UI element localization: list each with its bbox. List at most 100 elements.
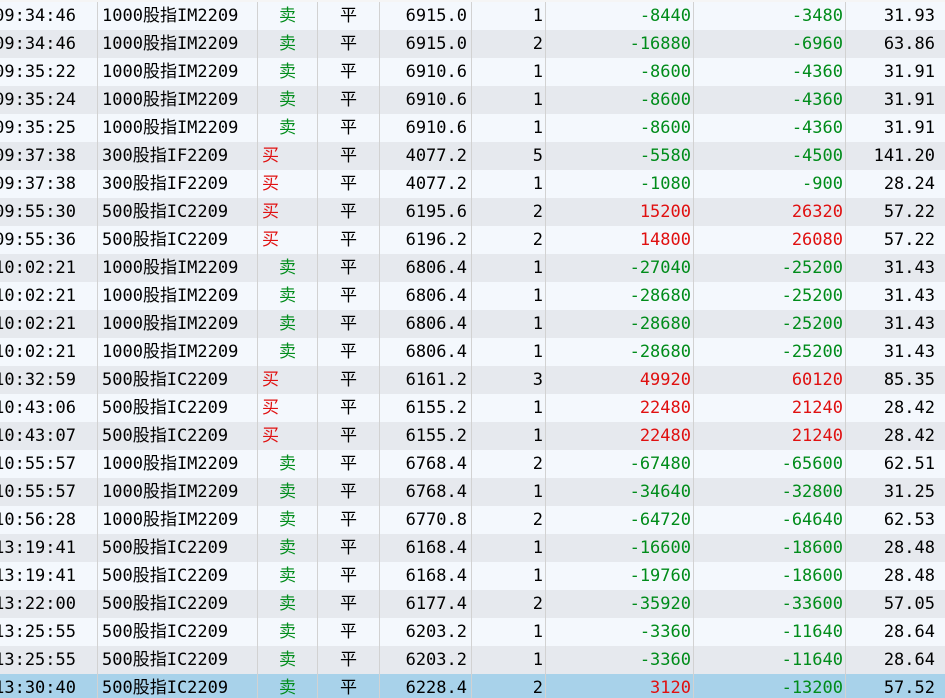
direction-cell: 卖: [258, 450, 318, 478]
trade-time-cell: 09:34:46: [0, 30, 98, 58]
quantity-cell: 2: [472, 590, 546, 618]
contract-name-cell: 1000股指IM2209: [98, 506, 258, 534]
table-row[interactable]: 13:19:41 500股指IC2209 卖平 6168.4 1 -19760 -18600…: [0, 562, 945, 590]
table-row[interactable]: 09:37:38 300股指IF2209 买平 4077.2 1 -1080 -900 28.…: [0, 170, 945, 198]
price-cell: 6161.2: [380, 366, 472, 394]
table-row[interactable]: 10:56:28 1000股指IM2209 卖平 6770.8 2 -64720 -6464…: [0, 506, 945, 534]
table-row[interactable]: 09:34:46 1000股指IM2209 卖平 6915.0 2 -16880 -6960…: [0, 30, 945, 58]
close-pnl-by-trade-cell: -4360: [694, 114, 846, 142]
price-cell: 4077.2: [380, 170, 472, 198]
table-row[interactable]: 10:32:59 500股指IC2209 买平 6161.2 3 49920 60120 85…: [0, 366, 945, 394]
trade-time-cell: 13:30:40: [0, 674, 98, 698]
open-close-cell: 平: [318, 590, 380, 618]
contract-name-cell: 500股指IC2209: [98, 562, 258, 590]
trade-time-cell: 13:19:41: [0, 562, 98, 590]
close-pnl-by-trade-cell: 21240: [694, 422, 846, 450]
trade-time-cell: 09:55:30: [0, 198, 98, 226]
price-cell: 6228.4: [380, 674, 472, 698]
direction-cell: 卖: [258, 86, 318, 114]
price-cell: 6203.2: [380, 646, 472, 674]
close-pnl-by-trade-cell: -18600: [694, 562, 846, 590]
direction-cell: 卖: [258, 506, 318, 534]
table-row[interactable]: 10:02:21 1000股指IM2209 卖平 6806.4 1 -28680 -2520…: [0, 338, 945, 366]
close-pnl-by-date-cell: -8600: [546, 58, 694, 86]
fee-cell: 31.93: [883, 6, 935, 26]
contract-name-cell: 500股指IC2209: [98, 198, 258, 226]
contract-name-cell: 500股指IC2209: [98, 226, 258, 254]
trade-time-cell: 13:25:55: [0, 618, 98, 646]
price-cell: 6806.4: [380, 282, 472, 310]
direction-cell: 买: [258, 422, 318, 450]
fee-cell: 31.91: [883, 118, 935, 138]
trade-time-cell: 10:55:57: [0, 478, 98, 506]
close-pnl-by-trade-cell: 21240: [694, 394, 846, 422]
price-cell: 6168.4: [380, 534, 472, 562]
trade-time-cell: 10:02:21: [0, 338, 98, 366]
close-pnl-by-date-cell: 15200: [546, 198, 694, 226]
price-cell: 6910.6: [380, 114, 472, 142]
direction-cell: 卖: [258, 590, 318, 618]
direction-cell: 卖: [258, 254, 318, 282]
close-pnl-by-date-cell: -8440: [546, 2, 694, 30]
direction-cell: 卖: [258, 338, 318, 366]
contract-name-cell: 1000股指IM2209: [98, 58, 258, 86]
table-row[interactable]: 10:02:21 1000股指IM2209 卖平 6806.4 1 -27040 -2520…: [0, 254, 945, 282]
open-close-cell: 平: [318, 226, 380, 254]
open-close-cell: 平: [318, 254, 380, 282]
close-pnl-by-trade-cell: -25200: [694, 282, 846, 310]
trade-record-table: 09:34:46 1000股指IM2209 卖平 6915.0 1 -8440 -3480 3…: [0, 0, 945, 698]
close-pnl-by-date-cell: -64720: [546, 506, 694, 534]
close-pnl-by-date-cell: -19760: [546, 562, 694, 590]
contract-name-cell: 1000股指IM2209: [98, 478, 258, 506]
direction-cell: 卖: [258, 562, 318, 590]
table-row[interactable]: 10:43:06 500股指IC2209 买平 6155.2 1 22480 21240 28…: [0, 394, 945, 422]
table-row[interactable]: 13:25:55 500股指IC2209 卖平 6203.2 1 -3360 -11640 2…: [0, 646, 945, 674]
table-row[interactable]: 13:22:00 500股指IC2209 卖平 6177.4 2 -35920 -33600…: [0, 590, 945, 618]
price-cell: 6915.0: [380, 2, 472, 30]
close-pnl-by-trade-cell: -32800: [694, 478, 846, 506]
open-close-cell: 平: [318, 674, 380, 698]
table-row[interactable]: 13:25:55 500股指IC2209 卖平 6203.2 1 -3360 -11640 2…: [0, 618, 945, 646]
quantity-cell: 1: [472, 282, 546, 310]
table-row[interactable]: 09:35:24 1000股指IM2209 卖平 6910.6 1 -8600 -4360 3…: [0, 86, 945, 114]
trade-time-cell: 10:43:06: [0, 394, 98, 422]
trade-time-cell: 09:37:38: [0, 142, 98, 170]
close-pnl-by-date-cell: 3120: [546, 674, 694, 698]
open-close-cell: 平: [318, 30, 380, 58]
table-row[interactable]: 09:35:25 1000股指IM2209 卖平 6910.6 1 -8600 -4360 3…: [0, 114, 945, 142]
table-row[interactable]: 09:35:22 1000股指IM2209 卖平 6910.6 1 -8600 -4360 3…: [0, 58, 945, 86]
fee-cell: 31.43: [883, 342, 935, 362]
open-close-cell: 平: [318, 618, 380, 646]
quantity-cell: 1: [472, 2, 546, 30]
table-row[interactable]: 09:34:46 1000股指IM2209 卖平 6915.0 1 -8440 -3480 3…: [0, 2, 945, 30]
trade-time-cell: 13:19:41: [0, 534, 98, 562]
quantity-cell: 1: [472, 170, 546, 198]
close-pnl-by-date-cell: -1080: [546, 170, 694, 198]
quantity-cell: 3: [472, 366, 546, 394]
table-row[interactable]: 10:55:57 1000股指IM2209 卖平 6768.4 1 -34640 -3280…: [0, 478, 945, 506]
table-row[interactable]: 10:43:07 500股指IC2209 买平 6155.2 1 22480 21240 28…: [0, 422, 945, 450]
table-row[interactable]: 10:55:57 1000股指IM2209 卖平 6768.4 2 -67480 -6560…: [0, 450, 945, 478]
quantity-cell: 1: [472, 86, 546, 114]
table-row[interactable]: 13:19:41 500股指IC2209 卖平 6168.4 1 -16600 -18600…: [0, 534, 945, 562]
close-pnl-by-trade-cell: -25200: [694, 310, 846, 338]
quantity-cell: 1: [472, 114, 546, 142]
quantity-cell: 2: [472, 226, 546, 254]
fee-cell: 28.42: [883, 426, 935, 446]
trade-time-cell: 10:55:57: [0, 450, 98, 478]
quantity-cell: 2: [472, 506, 546, 534]
close-pnl-by-trade-cell: -33600: [694, 590, 846, 618]
table-row[interactable]: 09:55:30 500股指IC2209 买平 6195.6 2 15200 26320 57…: [0, 198, 945, 226]
price-cell: 6806.4: [380, 310, 472, 338]
trade-time-cell: 13:22:00: [0, 590, 98, 618]
table-row[interactable]: 10:02:21 1000股指IM2209 卖平 6806.4 1 -28680 -2520…: [0, 282, 945, 310]
table-row-selected[interactable]: 13:30:40 500股指IC2209 卖平 6228.4 2 3120 -13200 57…: [0, 674, 945, 698]
quantity-cell: 1: [472, 534, 546, 562]
table-row[interactable]: 10:02:21 1000股指IM2209 卖平 6806.4 1 -28680 -2520…: [0, 310, 945, 338]
table-row[interactable]: 09:55:36 500股指IC2209 买平 6196.2 2 14800 26080 57…: [0, 226, 945, 254]
close-pnl-by-date-cell: -3360: [546, 618, 694, 646]
fee-cell: 31.43: [883, 314, 935, 334]
table-row[interactable]: 09:37:38 300股指IF2209 买平 4077.2 5 -5580 -4500 14…: [0, 142, 945, 170]
direction-cell: 卖: [258, 646, 318, 674]
price-cell: 6177.4: [380, 590, 472, 618]
